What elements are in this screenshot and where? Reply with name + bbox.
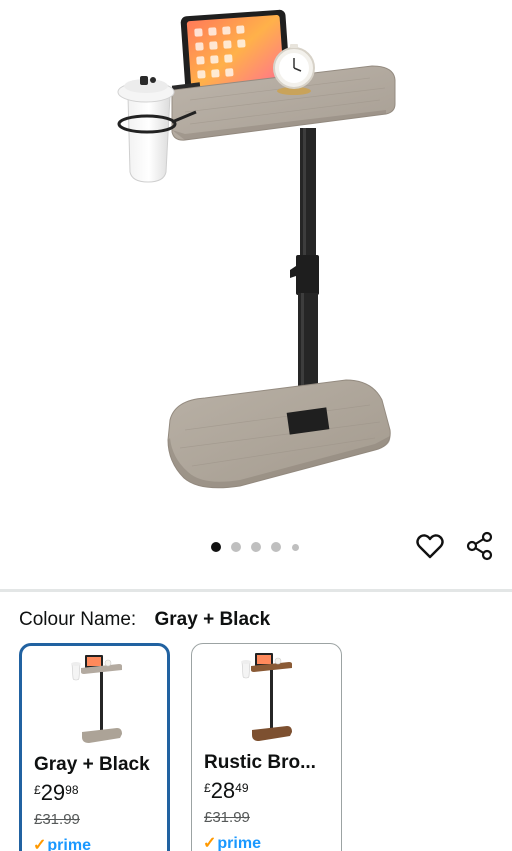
swatch-price: £2849 [204,780,249,802]
carousel-dot[interactable] [251,542,261,552]
price-currency: £ [204,781,211,795]
prime-badge: ✓prime [203,833,261,851]
wishlist-button[interactable] [415,531,445,561]
table-pole [290,128,319,415]
variation-label-row: Colour Name: Gray + Black [19,609,270,631]
swatch-name: Gray + Black [34,754,150,775]
prime-label: prime [47,837,91,851]
swatch-gray-black[interactable]: Gray + Black £2998 £31.99 ✓prime [19,643,170,851]
swatch-was-price: £31.99 [204,809,250,826]
carousel-dot[interactable] [231,542,241,552]
share-icon [466,531,493,561]
carousel-dot[interactable] [211,542,221,552]
prime-label: prime [217,835,261,851]
price-currency: £ [34,783,41,797]
swatch-thumbnail [241,653,292,741]
price-fraction: 98 [65,783,79,797]
heart-icon [416,534,444,559]
carousel-dot[interactable] [271,542,281,552]
variation-label: Colour Name: [19,609,137,630]
product-image[interactable] [0,0,512,520]
price-whole: 28 [210,778,236,803]
prime-check-icon: ✓ [33,837,47,851]
side-table-illustration [117,9,396,489]
price-whole: 29 [40,780,66,805]
swatch-was-price: £31.99 [34,811,80,828]
carousel-dot[interactable] [292,543,299,551]
variation-selected-value: Gray + Black [154,609,271,630]
swatch-thumbnail [71,655,122,743]
swatch-name: Rustic Bro... [204,752,316,773]
swatch-rustic-brown[interactable]: Rustic Bro... £2849 £31.99 ✓prime [191,643,342,851]
prime-badge: ✓prime [33,835,91,851]
share-button[interactable] [465,531,495,561]
swatch-price: £2998 [34,782,79,804]
price-fraction: 49 [235,781,249,795]
section-divider [0,589,512,592]
prime-check-icon: ✓ [203,835,217,851]
